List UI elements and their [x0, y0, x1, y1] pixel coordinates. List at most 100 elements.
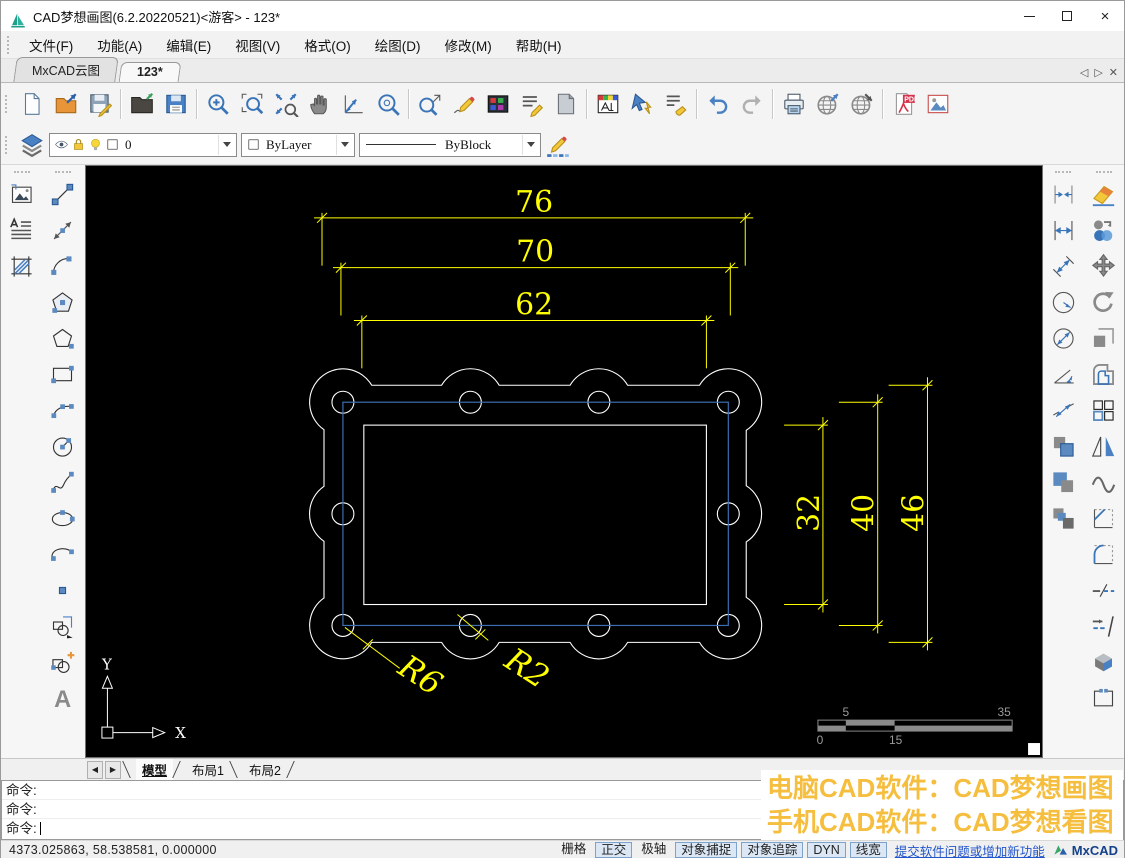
- rectangle-button[interactable]: [45, 356, 81, 392]
- open-folder-button[interactable]: [125, 87, 159, 121]
- dim-linear-button[interactable]: [1045, 212, 1081, 248]
- array-button[interactable]: [1086, 392, 1122, 428]
- color-combo[interactable]: ByLayer: [241, 132, 355, 157]
- layers-stack-icon[interactable]: [19, 132, 45, 158]
- color-dropdown-icon[interactable]: [336, 134, 352, 155]
- status-toggle-osnap[interactable]: 对象捕捉: [675, 842, 738, 858]
- hatch-button[interactable]: [4, 248, 40, 284]
- insert-block-button[interactable]: [45, 644, 81, 680]
- status-toggle-grid[interactable]: 栅格: [556, 842, 591, 858]
- layout-tab-model[interactable]: 模型: [136, 759, 174, 780]
- tab-close-icon[interactable]: ✕: [1109, 66, 1124, 82]
- copy-button[interactable]: [1086, 212, 1122, 248]
- status-toggle-otrack[interactable]: 对象追踪: [741, 842, 804, 858]
- rotate-button[interactable]: [1086, 284, 1122, 320]
- web-download-button[interactable]: [845, 87, 879, 121]
- fillet-button[interactable]: [1086, 536, 1122, 572]
- quick-select-button[interactable]: [625, 87, 659, 121]
- maximize-button[interactable]: [1048, 1, 1086, 31]
- dim-aligned-button[interactable]: [1045, 248, 1081, 284]
- mirror-button[interactable]: [1086, 428, 1122, 464]
- zoom-all-button[interactable]: [371, 87, 405, 121]
- doc-tab-drawing-123[interactable]: 123*: [118, 62, 182, 82]
- dim-radius-button[interactable]: [1045, 284, 1081, 320]
- layer-settings-button[interactable]: [591, 87, 625, 121]
- copy-props-button[interactable]: [1045, 428, 1081, 464]
- move-button[interactable]: [1086, 248, 1122, 284]
- minimize-button[interactable]: [1010, 1, 1048, 31]
- arc-button[interactable]: [45, 248, 81, 284]
- fit-curve-button[interactable]: [1086, 464, 1122, 500]
- erase-button[interactable]: [1086, 176, 1122, 212]
- close-button[interactable]: ×: [1086, 1, 1124, 31]
- offset-button[interactable]: [1086, 356, 1122, 392]
- spline-button[interactable]: [45, 464, 81, 500]
- redo-button[interactable]: [735, 87, 769, 121]
- copy-props-3-button[interactable]: [1045, 500, 1081, 536]
- status-toggle-lineweight[interactable]: 线宽: [849, 842, 887, 858]
- undo-button[interactable]: [701, 87, 735, 121]
- copy-block-button[interactable]: [45, 608, 81, 644]
- menu-help[interactable]: 帮助(H): [504, 31, 574, 59]
- chamfer-button[interactable]: [1086, 500, 1122, 536]
- match-properties-button[interactable]: [659, 87, 693, 121]
- linetype-combo[interactable]: ByBlock: [359, 132, 541, 157]
- save-button[interactable]: [83, 87, 117, 121]
- layout-tab-layout2[interactable]: 布局2: [243, 759, 287, 780]
- menu-function[interactable]: 功能(A): [85, 31, 154, 59]
- text-button[interactable]: A: [45, 680, 81, 716]
- line-button[interactable]: [45, 176, 81, 212]
- layer-combo[interactable]: 0: [49, 132, 237, 157]
- point-button[interactable]: [45, 572, 81, 608]
- dim-angular-button[interactable]: [1045, 356, 1081, 392]
- mtext-button[interactable]: [4, 212, 40, 248]
- dim-diameter-button[interactable]: [1045, 320, 1081, 356]
- layer-dropdown-icon[interactable]: [218, 134, 234, 155]
- text-edit-button[interactable]: [515, 87, 549, 121]
- drawing-canvas[interactable]: 76 70 62 32 40 46 R6 R2 Y X 5 35 0 15: [85, 165, 1043, 758]
- menu-draw[interactable]: 绘图(D): [363, 31, 433, 59]
- status-toggle-ortho[interactable]: 正交: [595, 842, 633, 858]
- ellipse-button[interactable]: [45, 500, 81, 536]
- status-toggle-polar[interactable]: 极轴: [636, 842, 671, 858]
- feedback-link[interactable]: 提交软件问题或增加新功能: [895, 841, 1045, 858]
- zoom-window-button[interactable]: [235, 87, 269, 121]
- image-export-button[interactable]: [921, 87, 955, 121]
- open-drawing-button[interactable]: [49, 87, 83, 121]
- menu-edit[interactable]: 编辑(E): [154, 31, 223, 59]
- box-3d-button[interactable]: [1086, 644, 1122, 680]
- sketch-button[interactable]: [447, 87, 481, 121]
- menu-modify[interactable]: 修改(M): [433, 31, 504, 59]
- polygon-filled-button[interactable]: [45, 284, 81, 320]
- menu-file[interactable]: 文件(F): [17, 31, 85, 59]
- dim-jogged-button[interactable]: [1045, 392, 1081, 428]
- named-view-button[interactable]: [413, 87, 447, 121]
- layout-next-icon[interactable]: ▶: [105, 760, 121, 779]
- zoom-in-button[interactable]: [201, 87, 235, 121]
- page-setup-button[interactable]: [549, 87, 583, 121]
- ellipse-arc-button[interactable]: [45, 536, 81, 572]
- layout-tab-layout1[interactable]: 布局1: [186, 759, 230, 780]
- break-button[interactable]: [1086, 572, 1122, 608]
- copy-props-2-button[interactable]: [1045, 464, 1081, 500]
- web-upload-button[interactable]: [811, 87, 845, 121]
- new-file-button[interactable]: [15, 87, 49, 121]
- arc-3pt-button[interactable]: [45, 392, 81, 428]
- print-button[interactable]: [777, 87, 811, 121]
- layout-prev-icon[interactable]: ◀: [87, 760, 103, 779]
- tab-scroll-left-icon[interactable]: ◁: [1080, 66, 1094, 82]
- break-point-button[interactable]: [1086, 680, 1122, 716]
- color-palette-button[interactable]: [481, 87, 515, 121]
- canvas-resize-grip[interactable]: [1028, 743, 1041, 756]
- tab-scroll-right-icon[interactable]: ▷: [1094, 66, 1108, 82]
- scale-button[interactable]: [1086, 320, 1122, 356]
- circle-button[interactable]: [45, 428, 81, 464]
- save-as-button[interactable]: [159, 87, 193, 121]
- xline-button[interactable]: [45, 212, 81, 248]
- menu-view[interactable]: 视图(V): [223, 31, 292, 59]
- pan-button[interactable]: [303, 87, 337, 121]
- insert-image-button[interactable]: [4, 176, 40, 212]
- zoom-previous-button[interactable]: [337, 87, 371, 121]
- menu-format[interactable]: 格式(O): [292, 31, 363, 59]
- dim-quick-button[interactable]: [1045, 176, 1081, 212]
